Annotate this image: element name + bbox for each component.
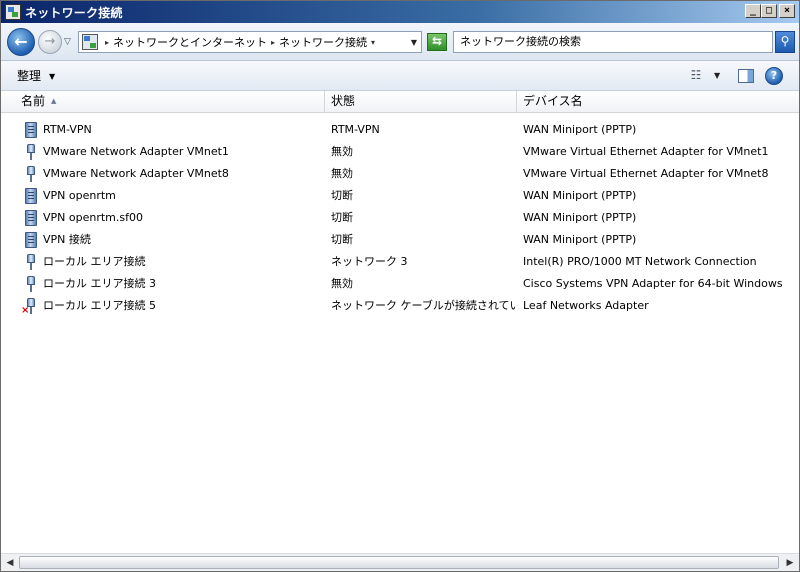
search-input[interactable]: ネットワーク接続の検索 (453, 31, 773, 53)
connection-name: VMware Network Adapter VMnet1 (43, 145, 229, 158)
help-icon[interactable]: ? (765, 67, 783, 85)
vpn-icon (25, 210, 37, 226)
navigation-bar: ← → ▽ ▸ ネットワークとインターネット ▸ ネットワーク接続 ▾ ▼ ⇆ … (1, 23, 799, 61)
connection-state: 無効 (331, 167, 353, 180)
organize-button[interactable]: 整理 ▼ (11, 67, 61, 87)
organize-label: 整理 (17, 69, 42, 83)
column-header-state[interactable]: 状態 (325, 91, 517, 113)
scroll-right-arrow-icon[interactable]: ▶ (783, 556, 797, 570)
connection-name: VPN 接続 (43, 233, 91, 246)
chevron-down-icon: ▼ (49, 72, 56, 81)
chevron-down-icon[interactable]: ▾ (371, 38, 375, 47)
horizontal-scrollbar[interactable]: ◀ ▶ (1, 553, 799, 571)
connection-state: 切断 (331, 211, 353, 224)
connection-name: RTM-VPN (43, 123, 92, 136)
network-adapter-icon (27, 144, 35, 160)
column-header-row: 名前 ▲ 状態 デバイス名 (1, 91, 799, 113)
control-panel-icon (82, 34, 98, 50)
connection-row[interactable]: VMware Network Adapter VMnet1 無効 VMware … (1, 141, 799, 163)
address-bar[interactable]: ▸ ネットワークとインターネット ▸ ネットワーク接続 ▾ ▼ (78, 31, 422, 53)
breadcrumb-network-connections[interactable]: ネットワーク接続 (279, 34, 367, 50)
back-button[interactable]: ← (7, 28, 35, 56)
connection-name: VPN openrtm.sf00 (43, 211, 143, 224)
vpn-icon (25, 188, 37, 204)
disconnected-x-icon: × (21, 305, 30, 316)
connection-state: 無効 (331, 277, 353, 290)
connection-device: WAN Miniport (PPTP) (523, 233, 637, 246)
connection-state: 切断 (331, 189, 353, 202)
recent-pages-dropdown[interactable]: ▽ (64, 37, 71, 47)
network-adapter-icon (27, 254, 35, 270)
view-options-dropdown[interactable]: ▼ (714, 71, 720, 80)
address-dropdown-button[interactable]: ▼ (411, 38, 417, 47)
command-bar: 整理 ▼ ☷ ▼ ? (1, 61, 799, 91)
minimize-button[interactable]: _ (745, 4, 761, 18)
close-button[interactable]: × (779, 4, 795, 18)
vpn-icon (25, 232, 37, 248)
column-header-device[interactable]: デバイス名 (517, 91, 799, 113)
connection-row[interactable]: VMware Network Adapter VMnet8 無効 VMware … (1, 163, 799, 185)
connection-state: ネットワーク ケーブルが接続されてい... (331, 299, 515, 312)
forward-button[interactable]: → (38, 30, 62, 54)
connection-state: 切断 (331, 233, 353, 246)
connection-name: ローカル エリア接続 3 (43, 277, 156, 290)
connection-device: WAN Miniport (PPTP) (523, 123, 637, 136)
connection-name: ローカル エリア接続 (43, 255, 146, 268)
explorer-window: ネットワーク接続 _ □ × ← → ▽ ▸ ネットワークとインターネット ▸ … (0, 0, 800, 572)
network-adapter-icon (27, 276, 35, 292)
connection-device: VMware Virtual Ethernet Adapter for VMne… (523, 167, 769, 180)
title-bar[interactable]: ネットワーク接続 _ □ × (1, 1, 799, 23)
sort-ascending-icon: ▲ (51, 97, 57, 105)
breadcrumb-network-internet[interactable]: ネットワークとインターネット (113, 34, 267, 50)
connection-row[interactable]: ローカル エリア接続 ネットワーク 3 Intel(R) PRO/1000 MT… (1, 251, 799, 273)
column-header-name-label: 名前 (21, 94, 46, 108)
connection-device: Intel(R) PRO/1000 MT Network Connection (523, 255, 757, 268)
connection-state: 無効 (331, 145, 353, 158)
refresh-button[interactable]: ⇆ (427, 33, 447, 51)
connection-row[interactable]: ローカル エリア接続 3 無効 Cisco Systems VPN Adapte… (1, 273, 799, 295)
connection-row[interactable]: VPN openrtm 切断 WAN Miniport (PPTP) (1, 185, 799, 207)
column-header-name[interactable]: 名前 ▲ (15, 91, 325, 113)
connection-device: Cisco Systems VPN Adapter for 64-bit Win… (523, 277, 783, 290)
network-connections-icon (5, 4, 21, 20)
view-details-icon[interactable]: ☷ (687, 69, 705, 83)
connections-list: RTM-VPN RTM-VPN WAN Miniport (PPTP) VMwa… (1, 119, 799, 317)
connection-row[interactable]: × ローカル エリア接続 5 ネットワーク ケーブルが接続されてい... Lea… (1, 295, 799, 317)
maximize-button[interactable]: □ (761, 4, 777, 18)
chevron-right-icon[interactable]: ▸ (271, 38, 275, 47)
network-adapter-icon (27, 166, 35, 182)
window-title: ネットワーク接続 (25, 5, 123, 20)
scroll-left-arrow-icon[interactable]: ◀ (3, 556, 17, 570)
chevron-right-icon[interactable]: ▸ (105, 38, 109, 47)
connection-device: Leaf Networks Adapter (523, 299, 649, 312)
scrollbar-thumb[interactable] (19, 556, 779, 569)
search-icon[interactable]: ⚲ (775, 31, 795, 53)
connection-row[interactable]: RTM-VPN RTM-VPN WAN Miniport (PPTP) (1, 119, 799, 141)
vpn-icon (25, 122, 37, 138)
connection-device: VMware Virtual Ethernet Adapter for VMne… (523, 145, 769, 158)
window-controls: _ □ × (745, 4, 795, 18)
connection-row[interactable]: VPN openrtm.sf00 切断 WAN Miniport (PPTP) (1, 207, 799, 229)
connection-device: WAN Miniport (PPTP) (523, 211, 637, 224)
preview-pane-icon[interactable] (738, 69, 754, 83)
connection-row[interactable]: VPN 接続 切断 WAN Miniport (PPTP) (1, 229, 799, 251)
connection-name: VPN openrtm (43, 189, 116, 202)
connection-state: RTM-VPN (331, 123, 380, 136)
connection-state: ネットワーク 3 (331, 255, 408, 268)
connection-device: WAN Miniport (PPTP) (523, 189, 637, 202)
connection-name: VMware Network Adapter VMnet8 (43, 167, 229, 180)
connection-name: ローカル エリア接続 5 (43, 299, 156, 312)
